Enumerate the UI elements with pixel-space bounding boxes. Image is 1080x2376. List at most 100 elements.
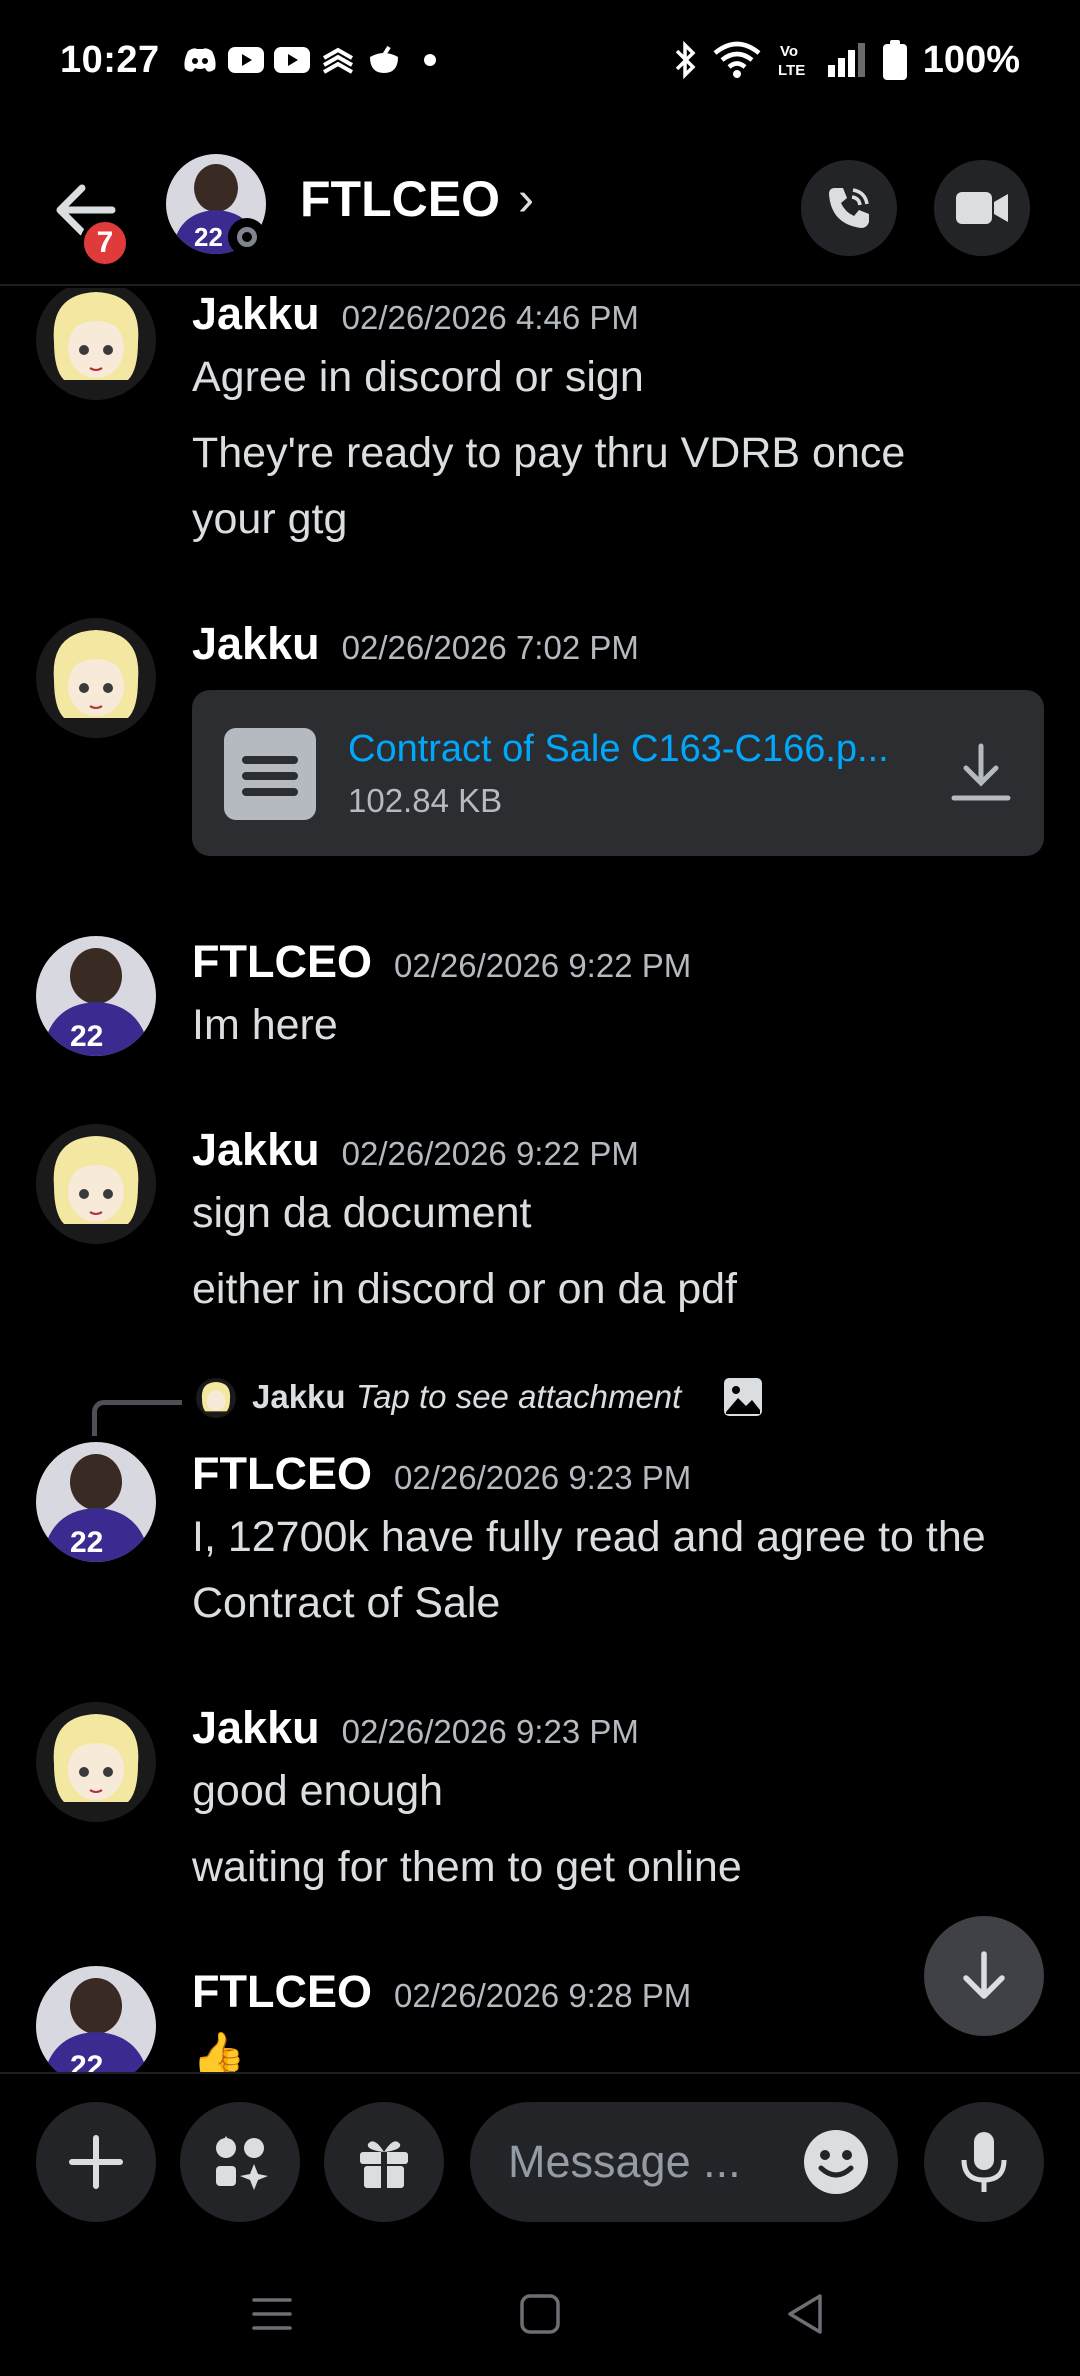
svg-text:Vo: Vo <box>780 43 798 60</box>
reply-connector <box>92 1400 182 1436</box>
gift-button[interactable] <box>324 2102 444 2222</box>
system-icons: Vo LTE 100% <box>673 39 1020 82</box>
message-author[interactable]: FTLCEO 02/26/2026 9:28 PM <box>192 1966 691 2018</box>
anime-avatar-icon <box>36 288 156 400</box>
apps-button[interactable] <box>180 2102 300 2222</box>
message-timestamp: 02/26/2026 7:02 PM <box>341 629 639 666</box>
football-player-avatar-icon: 22 <box>36 936 156 1056</box>
message-timestamp: 02/26/2026 4:46 PM <box>341 299 639 336</box>
home-button[interactable] <box>518 2292 562 2336</box>
file-attachment[interactable]: Contract of Sale C163-C166.p... 102.84 K… <box>192 690 1044 856</box>
battery-percent: 100% <box>922 38 1020 81</box>
message-text: Agree in discord or sign <box>192 353 644 401</box>
wifi-icon <box>713 41 761 79</box>
gas-icon <box>366 45 402 74</box>
anime-avatar-icon <box>36 1124 156 1244</box>
voice-call-button[interactable] <box>801 160 897 256</box>
nav-back-button[interactable] <box>784 2292 828 2336</box>
document-icon <box>224 728 316 820</box>
message-author[interactable]: Jakku 02/26/2026 7:02 PM <box>192 618 639 670</box>
volte-icon: Vo LTE <box>777 41 811 79</box>
download-button[interactable] <box>948 740 1014 806</box>
reply-avatar <box>196 1378 236 1418</box>
svg-text:22: 22 <box>70 2050 103 2072</box>
system-nav-bar <box>0 2248 1080 2376</box>
video-call-button[interactable] <box>934 160 1030 256</box>
notification-icons <box>182 45 448 74</box>
attachment-size: 102.84 KB <box>348 782 503 819</box>
microphone-icon <box>961 2132 1007 2192</box>
reply-author[interactable]: Jakku <box>252 1378 346 1416</box>
message-author[interactable]: Jakku 02/26/2026 9:23 PM <box>192 1702 639 1754</box>
menu-icon <box>252 2298 292 2330</box>
avatar[interactable] <box>36 1124 156 1244</box>
youtube-icon <box>273 46 310 74</box>
message-text: waiting for them to get online <box>192 1843 742 1891</box>
message-author[interactable]: FTLCEO 02/26/2026 9:22 PM <box>192 936 691 988</box>
svg-text:22: 22 <box>70 1526 103 1559</box>
svg-text:22: 22 <box>194 222 223 252</box>
channel-name: FTLCEO <box>300 171 500 227</box>
message-author[interactable]: Jakku 02/26/2026 4:46 PM <box>192 288 639 340</box>
jump-to-present-button[interactable] <box>924 1916 1044 2036</box>
gift-icon <box>360 2141 408 2188</box>
unread-badge: 7 <box>80 218 130 268</box>
anime-avatar-icon <box>196 1378 236 1418</box>
avatar[interactable]: 22 <box>36 936 156 1056</box>
anime-avatar-icon <box>36 1702 156 1822</box>
signal-icon <box>827 41 867 79</box>
square-icon <box>520 2294 560 2334</box>
message-timestamp: 02/26/2026 9:22 PM <box>393 947 692 984</box>
message-input[interactable] <box>508 2102 808 2222</box>
message-author[interactable]: FTLCEO 02/26/2026 9:23 PM <box>192 1448 691 1500</box>
avatar[interactable] <box>36 618 156 738</box>
status-time: 10:27 <box>60 38 160 81</box>
message-text: Im here <box>192 1001 338 1049</box>
voice-message-button[interactable] <box>924 2102 1044 2222</box>
add-attachment-button[interactable] <box>36 2102 156 2222</box>
avatar[interactable]: 22 <box>36 1442 156 1562</box>
message-timestamp: 02/26/2026 9:23 PM <box>341 1713 639 1750</box>
phone-icon <box>829 188 869 228</box>
video-camera-icon <box>956 192 1008 224</box>
avatar[interactable]: 22 <box>36 1966 156 2072</box>
youtube-icon <box>227 46 264 74</box>
status-bar: 10:27 Vo LTE 100% <box>0 0 1080 120</box>
football-player-avatar-icon: 22 <box>36 1966 156 2072</box>
football-player-avatar-icon: 22 <box>36 1442 156 1562</box>
message-text: your gtg <box>192 495 348 543</box>
apps-icon <box>216 2136 268 2190</box>
offline-status-icon <box>228 218 266 256</box>
message-text: They're ready to pay thru VDRB once <box>192 429 906 477</box>
message-text: 👍 <box>192 2031 246 2072</box>
download-icon <box>951 743 1011 801</box>
attachment-filename[interactable]: Contract of Sale C163-C166.p... <box>348 728 889 771</box>
message-timestamp: 02/26/2026 9:23 PM <box>393 1459 692 1496</box>
message-list[interactable]: Jakku 02/26/2026 4:46 PM Agree in discord… <box>0 288 1080 2072</box>
chevron-right-icon: › <box>517 172 534 226</box>
message-timestamp: 02/26/2026 9:22 PM <box>341 1135 639 1172</box>
channel-header: 7 22 FTLCEO › <box>0 140 1080 286</box>
battery-icon <box>882 40 907 80</box>
message-input-container[interactable] <box>470 2102 898 2222</box>
triangle-back-icon <box>788 2294 822 2334</box>
svg-text:22: 22 <box>70 1020 103 1053</box>
avatar[interactable] <box>36 288 156 400</box>
layers-icon <box>320 46 356 74</box>
avatar[interactable] <box>36 1702 156 1822</box>
recent-apps-button[interactable] <box>250 2292 294 2336</box>
image-icon <box>722 1376 764 1418</box>
message-author[interactable]: Jakku 02/26/2026 9:22 PM <box>192 1124 639 1176</box>
message-text: I, 12700k have fully read and agree to t… <box>192 1513 986 1561</box>
reply-preview[interactable]: Tap to see attachment <box>356 1378 681 1416</box>
channel-title[interactable]: FTLCEO › <box>300 170 534 228</box>
emoji-button[interactable] <box>802 2128 870 2196</box>
arrow-down-icon <box>963 1951 1005 1999</box>
dot-icon <box>412 46 448 74</box>
smiley-icon <box>804 2130 868 2194</box>
message-timestamp: 02/26/2026 9:28 PM <box>393 1977 692 2014</box>
discord-icon <box>182 46 218 74</box>
message-composer <box>0 2072 1080 2248</box>
message-text: either in discord or on da pdf <box>192 1265 737 1313</box>
message-text: good enough <box>192 1767 444 1815</box>
